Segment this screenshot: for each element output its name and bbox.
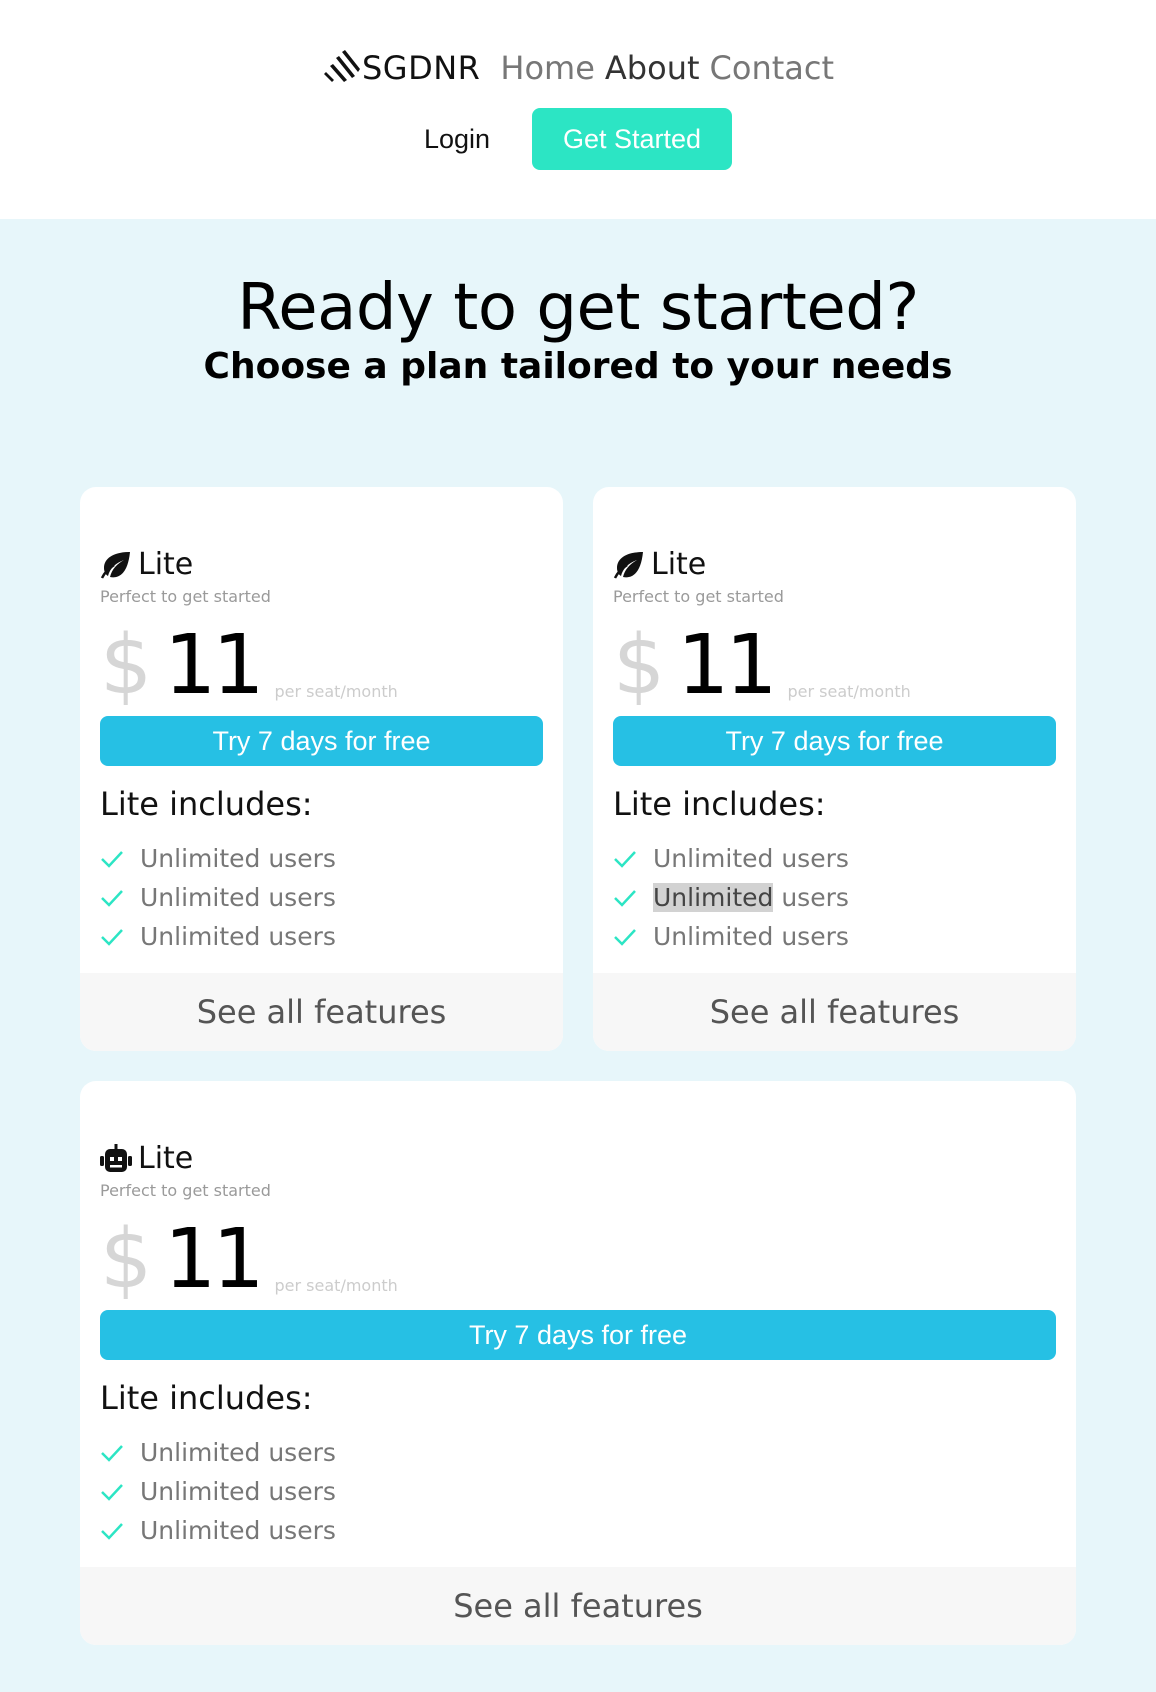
get-started-button[interactable]: Get Started [532,108,733,170]
price-currency: $ [100,618,153,713]
plan-card: Lite Perfect to get started $ 11 per sea… [80,487,563,1051]
check-icon [101,1522,123,1540]
feature-item: Unlimited users [613,917,849,956]
feature-label: Unlimited users [653,844,849,873]
feature-label: Unlimited users [140,922,336,951]
feature-item: Unlimited users [100,1433,336,1472]
feature-label: Unlimited users [140,844,336,873]
feature-item: Unlimited users [100,878,336,917]
plan-header: Lite [613,547,706,582]
price-currency: $ [100,1212,153,1307]
auth-actions: Login Get Started [424,108,733,170]
plan-name: Lite [138,1141,194,1176]
plan-header: Lite [100,1141,193,1176]
includes-heading: Lite includes: [100,1379,313,1417]
nav-link-contact[interactable]: Contact [710,49,835,87]
logo-stripes-icon [323,50,360,82]
price-row: $ 11 per seat/month [613,625,911,707]
feature-item: Unlimited users [613,839,849,878]
feature-list: Unlimited users Unlimited users Unlimite… [100,839,336,956]
feature-label-highlighted: Unlimited users [653,883,849,912]
price-amount: 11 [164,1212,264,1307]
feature-label: Unlimited users [140,1477,336,1506]
login-button[interactable]: Login [424,124,490,155]
price-period: per seat/month [787,682,911,701]
price-period: per seat/month [274,682,398,701]
check-icon [101,1444,123,1462]
feature-label: Unlimited users [140,1516,336,1545]
try-free-button[interactable]: Try 7 days for free [100,716,543,766]
page-title: Ready to get started? [237,271,919,345]
price-period: per seat/month [274,1276,398,1295]
check-icon [101,1483,123,1501]
try-free-button[interactable]: Try 7 days for free [613,716,1056,766]
plan-tagline: Perfect to get started [100,587,271,606]
brand-logo[interactable]: SGDNR [322,49,480,87]
check-icon [614,850,636,868]
price-row: $ 11 per seat/month [100,625,398,707]
nav-bar: SGDNR Home About Contact [322,44,834,92]
feature-item: Unlimited users [100,917,336,956]
price-amount: 11 [164,618,264,713]
plan-name: Lite [138,547,194,582]
feature-item: Unlimited users [100,1511,336,1550]
see-all-features-button[interactable]: See all features [80,973,563,1051]
feature-item: Unlimited users [100,839,336,878]
nav-link-about[interactable]: About [605,49,700,87]
check-icon [101,928,123,946]
robot-icon [100,1143,132,1172]
see-all-features-button[interactable]: See all features [593,973,1076,1051]
leaf-icon [613,551,643,579]
feature-label-rest: users [773,883,849,912]
plan-name: Lite [651,547,707,582]
plan-card: Lite Perfect to get started $ 11 per sea… [593,487,1076,1051]
page-subtitle: Choose a plan tailored to your needs [203,346,953,387]
feature-label: Unlimited users [140,883,336,912]
plan-card: Lite Perfect to get started $ 11 per sea… [80,1081,1076,1645]
plan-header: Lite [100,547,193,582]
nav-link-home[interactable]: Home [500,49,595,87]
includes-heading: Lite includes: [100,785,313,823]
plan-tagline: Perfect to get started [613,587,784,606]
pricing-section: Ready to get started? Choose a plan tail… [0,219,1156,1692]
check-icon [614,928,636,946]
leaf-icon [100,551,130,579]
see-all-features-button[interactable]: See all features [80,1567,1076,1645]
price-currency: $ [613,618,666,713]
check-icon [614,889,636,907]
check-icon [101,889,123,907]
plan-tagline: Perfect to get started [100,1181,271,1200]
price-amount: 11 [677,618,777,713]
feature-label: Unlimited users [653,922,849,951]
includes-heading: Lite includes: [613,785,826,823]
price-row: $ 11 per seat/month [100,1219,398,1301]
check-icon [101,850,123,868]
feature-list: Unlimited users Unlimited users Unlimite… [613,839,849,956]
site-header: SGDNR Home About Contact Login Get Start… [0,0,1156,219]
selected-text: Unlimited [653,883,774,912]
try-free-button[interactable]: Try 7 days for free [100,1310,1056,1360]
feature-item: Unlimited users [100,1472,336,1511]
brand-name: SGDNR [361,49,481,87]
feature-label: Unlimited users [140,1438,336,1467]
feature-item: Unlimited users [613,878,849,917]
feature-list: Unlimited users Unlimited users Unlimite… [100,1433,336,1550]
